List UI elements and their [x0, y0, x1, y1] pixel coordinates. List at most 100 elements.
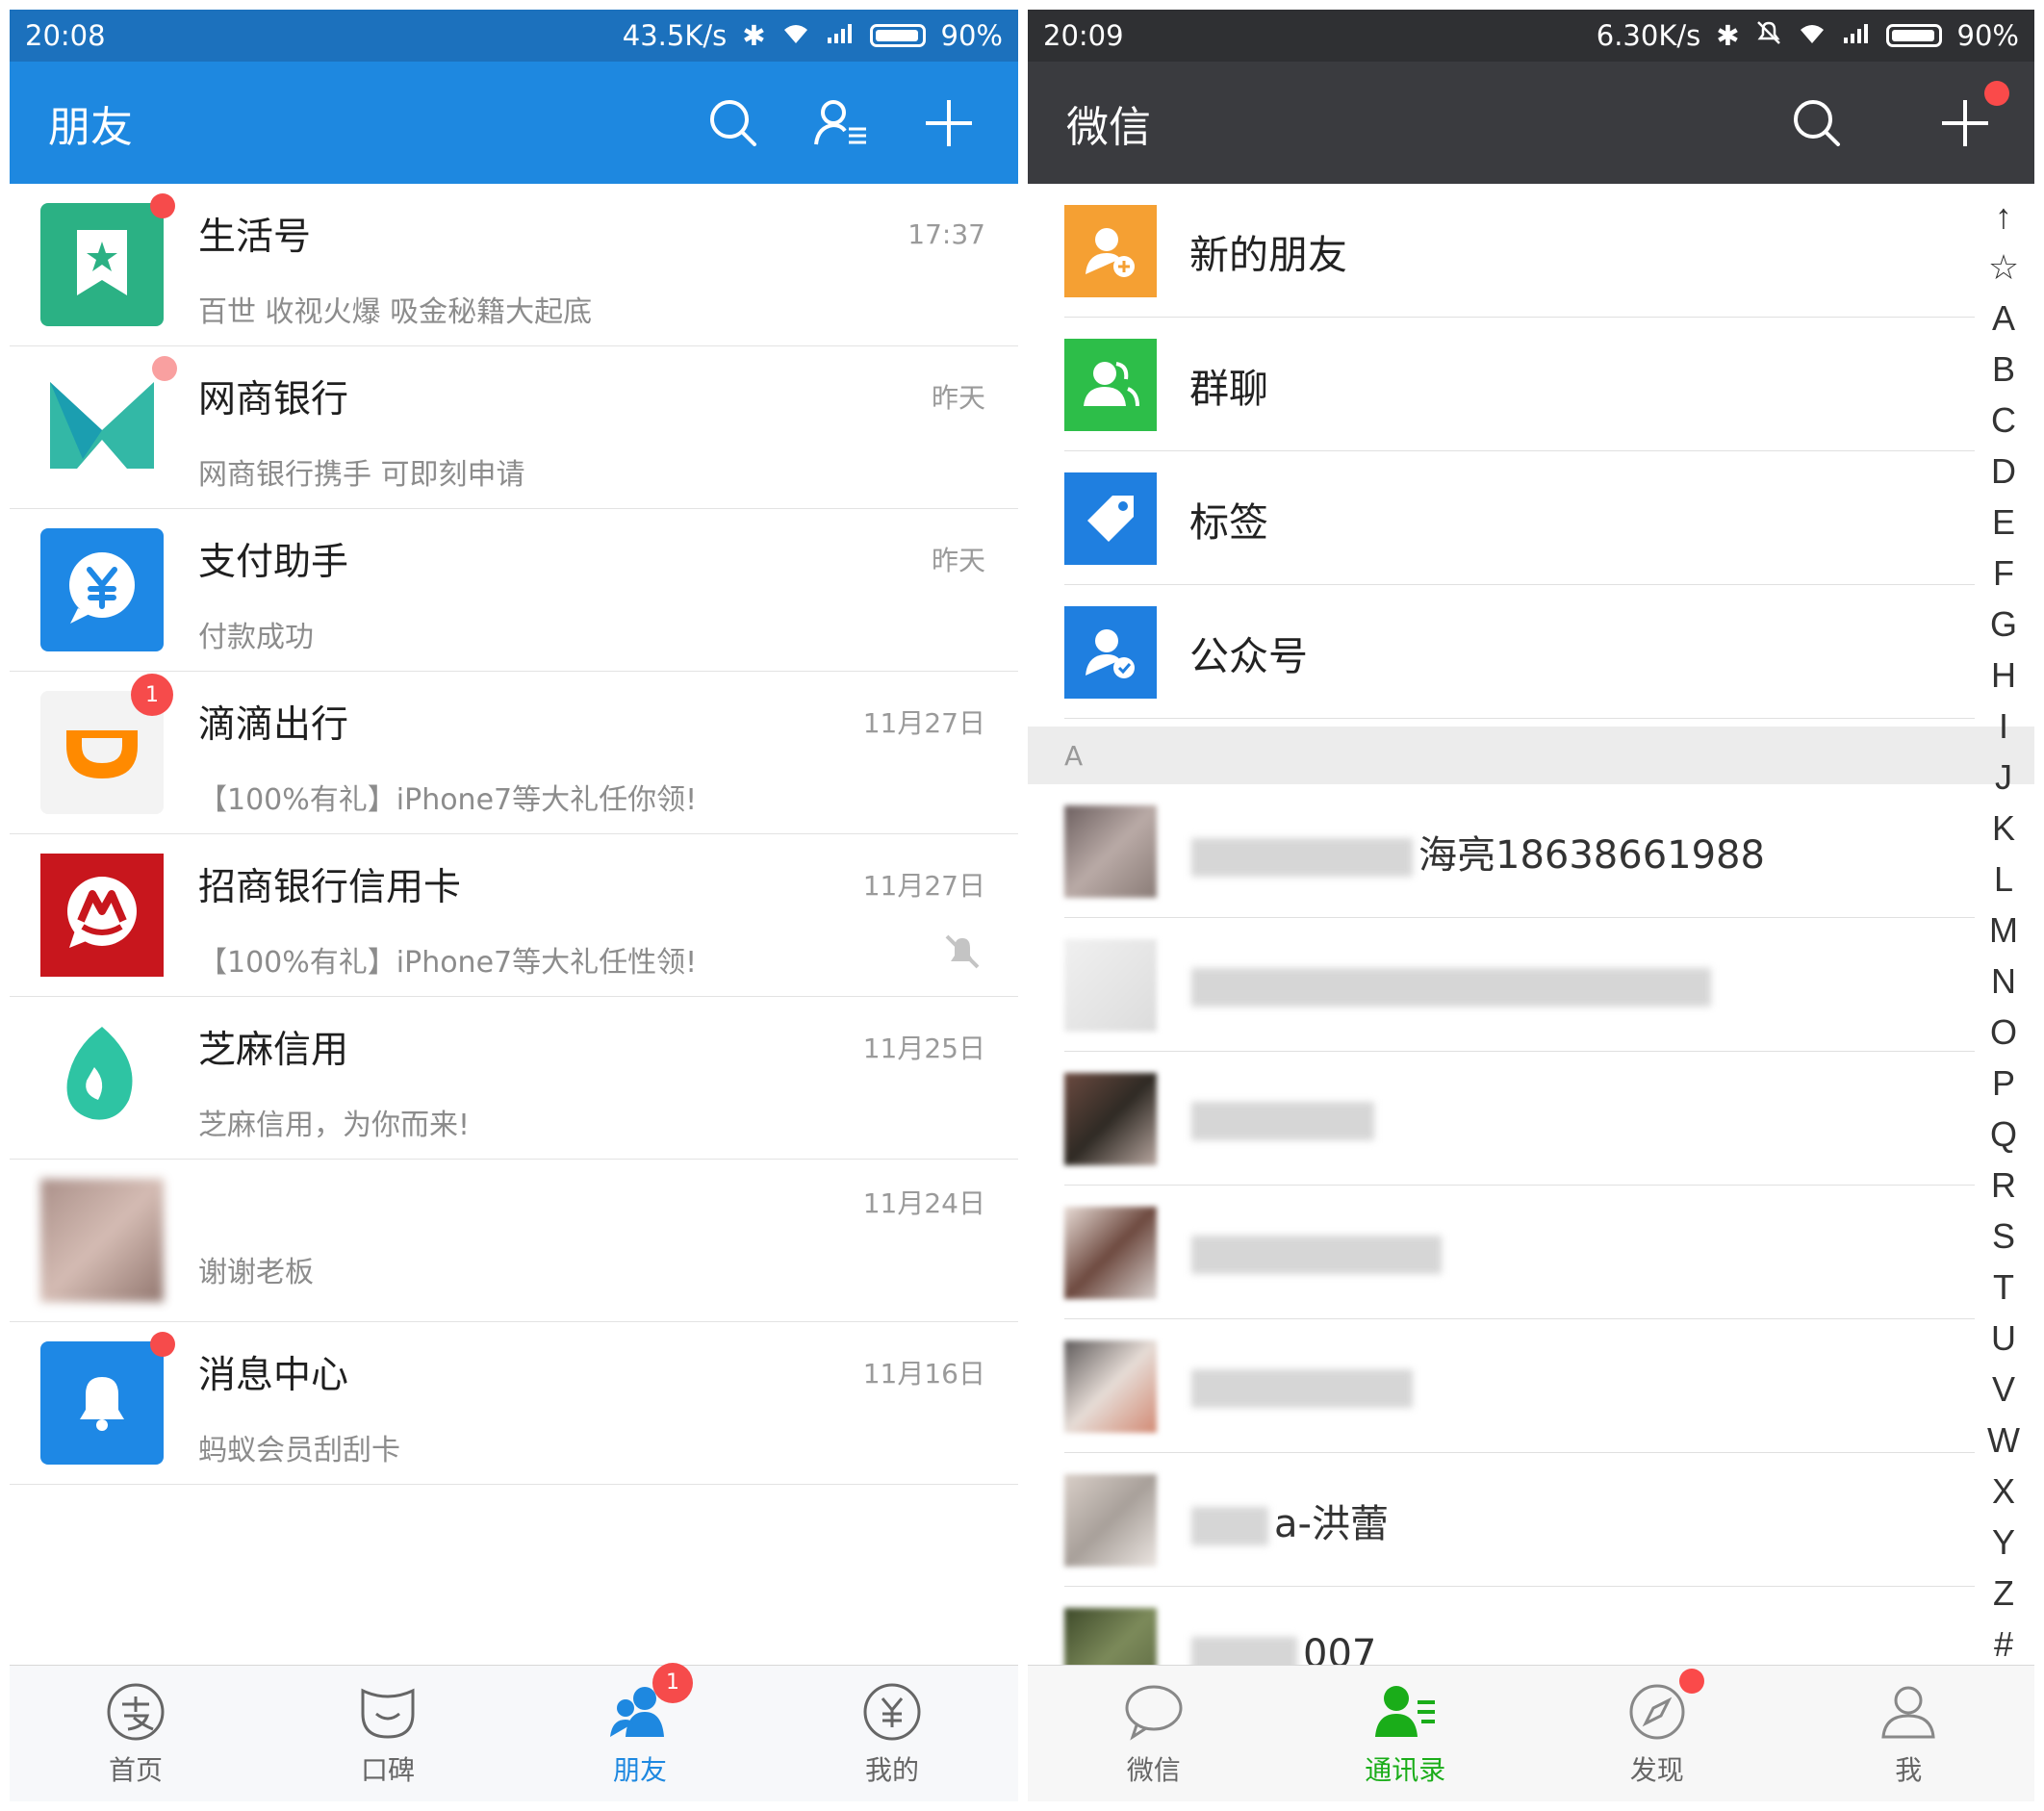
avatar [40, 528, 164, 651]
compass-icon [1625, 1668, 1704, 1744]
item-time: 11月25日 [862, 1033, 985, 1064]
contacts-list-icon[interactable] [810, 92, 872, 154]
tab-label: 我 [1895, 1753, 1923, 1786]
index-letter[interactable]: H [1991, 650, 2016, 701]
item-time: 11月27日 [862, 870, 985, 902]
contact-item[interactable] [1028, 1186, 2034, 1319]
tab-home[interactable]: 首页 [10, 1666, 262, 1801]
index-letter[interactable]: L [1994, 854, 2013, 905]
item-time: 昨天 [931, 382, 985, 414]
tag-icon [1064, 472, 1157, 565]
status-bar: 20:08 43.5K/s ✱ 90% [10, 10, 1018, 62]
sesame-logo [54, 1023, 150, 1133]
add-icon[interactable] [1934, 80, 2009, 154]
bell-icon [68, 1367, 136, 1439]
new-friends-item[interactable]: 新的朋友 [1028, 184, 2034, 318]
avatar [40, 193, 175, 326]
index-letter[interactable]: O [1990, 1007, 2017, 1058]
index-letter[interactable]: K [1992, 803, 2015, 854]
index-letter[interactable]: B [1992, 344, 2015, 395]
index-letter[interactable]: I [1999, 701, 2008, 752]
index-letter[interactable]: A [1992, 293, 2015, 344]
didi-logo [59, 717, 145, 788]
list-item[interactable]: 11月24日 谢谢老板 [10, 1160, 1018, 1322]
list-item[interactable]: 网商银行 昨天 网商银行携手 可即刻申请 [10, 346, 1018, 509]
index-letter[interactable]: Q [1990, 1109, 2017, 1160]
contact-name: 海亮18638661988 [1191, 824, 1765, 880]
add-icon[interactable] [918, 92, 980, 154]
index-letter[interactable]: F [1993, 548, 2014, 599]
list-item[interactable]: 消息中心 11月16日 蚂蚁会员刮刮卡 [10, 1322, 1018, 1485]
search-icon[interactable] [1786, 92, 1848, 154]
index-letter[interactable]: X [1992, 1466, 2015, 1517]
search-icon[interactable] [703, 92, 764, 154]
yuan-circle-icon [860, 1680, 924, 1744]
index-letter[interactable]: Z [1993, 1568, 2014, 1619]
alipay-screen: 20:08 43.5K/s ✱ 90% 朋友 生活号 17:37 百世 收视火爆… [10, 10, 1018, 1801]
tab-koubei[interactable]: 口碑 [262, 1666, 514, 1801]
item-label: 群聊 [1189, 365, 1268, 412]
notification-dot [1678, 1668, 1704, 1694]
index-letter[interactable]: ☆ [1988, 242, 2019, 293]
battery-icon [1885, 24, 1942, 47]
group-chat-icon [1064, 338, 1157, 431]
avatar [40, 1016, 164, 1139]
contact-item[interactable] [1028, 1052, 2034, 1186]
item-preview: 付款成功 [198, 621, 314, 654]
section-header: A [1028, 727, 2034, 784]
koubei-icon [356, 1680, 420, 1744]
tab-label: 通讯录 [1365, 1753, 1446, 1786]
network-speed: 43.5K/s [622, 19, 728, 52]
bottom-tab-bar: 首页 口碑 1 朋友 我的 [10, 1662, 1018, 1801]
index-letter[interactable]: J [1995, 752, 2012, 803]
tab-mine[interactable]: 我的 [766, 1666, 1018, 1801]
list-item[interactable]: 招商银行信用卡 11月27日 【100%有礼】iPhone7等大礼任性领! [10, 834, 1018, 997]
index-letter[interactable]: R [1991, 1160, 2016, 1211]
list-item[interactable]: 芝麻信用 11月25日 芝麻信用，为你而来! [10, 997, 1018, 1160]
tab-friends[interactable]: 1 朋友 [514, 1662, 766, 1801]
alphabet-index[interactable]: ↑ ☆ A B C D E F G H I J K L M N O P Q R S T U V W X Y Z # [1979, 191, 2029, 1670]
index-letter[interactable]: S [1992, 1211, 2015, 1262]
tab-contacts[interactable]: 通讯录 [1280, 1666, 1532, 1801]
tab-label: 朋友 [612, 1753, 667, 1786]
tab-discover[interactable]: 发现 [1531, 1666, 1783, 1801]
tab-label: 首页 [108, 1753, 163, 1786]
group-chats-item[interactable]: 群聊 [1028, 318, 2034, 451]
contact-item[interactable] [1028, 1319, 2034, 1453]
index-letter[interactable]: Y [1992, 1517, 2015, 1568]
contact-name [1191, 1365, 1418, 1409]
person-icon [1877, 1680, 1940, 1744]
index-letter[interactable]: M [1989, 905, 2018, 956]
index-letter[interactable]: # [1994, 1619, 2013, 1670]
item-preview: 【100%有礼】iPhone7等大礼任你领! [198, 783, 698, 817]
index-letter[interactable]: U [1991, 1313, 2016, 1364]
list-item[interactable]: 生活号 17:37 百世 收视火爆 吸金秘籍大起底 [10, 184, 1018, 346]
index-letter[interactable]: C [1991, 395, 2016, 446]
contact-item[interactable] [1028, 918, 2034, 1052]
index-letter[interactable]: W [1987, 1415, 2020, 1466]
index-letter[interactable]: P [1992, 1058, 2015, 1109]
avatar [40, 854, 164, 977]
tab-me[interactable]: 我 [1783, 1666, 2035, 1801]
index-letter[interactable]: T [1993, 1262, 2014, 1313]
avatar [1064, 1072, 1157, 1165]
contact-item[interactable]: a-洪蕾 [1028, 1453, 2034, 1587]
mute-bell-icon [943, 932, 982, 971]
tab-chats[interactable]: 微信 [1028, 1666, 1280, 1801]
index-letter[interactable]: G [1990, 599, 2017, 650]
tab-label: 发现 [1629, 1753, 1684, 1786]
tags-item[interactable]: 标签 [1028, 451, 2034, 585]
bluetooth-icon: ✱ [742, 19, 766, 52]
index-letter[interactable]: D [1991, 446, 2016, 497]
index-letter[interactable]: E [1992, 497, 2015, 548]
page-title: 微信 [1066, 102, 1151, 152]
contact-item[interactable]: 海亮18638661988 [1028, 784, 2034, 918]
list-item[interactable]: 1 滴滴出行 11月27日 【100%有礼】iPhone7等大礼任你领! [10, 672, 1018, 834]
index-letter[interactable]: ↑ [1995, 191, 2012, 242]
item-preview: 芝麻信用，为你而来! [198, 1109, 471, 1142]
item-title: 招商银行信用卡 [198, 866, 462, 909]
index-letter[interactable]: N [1991, 956, 2016, 1007]
official-accounts-item[interactable]: 公众号 [1028, 585, 2034, 719]
index-letter[interactable]: V [1992, 1364, 2015, 1415]
list-item[interactable]: 支付助手 昨天 付款成功 [10, 509, 1018, 672]
